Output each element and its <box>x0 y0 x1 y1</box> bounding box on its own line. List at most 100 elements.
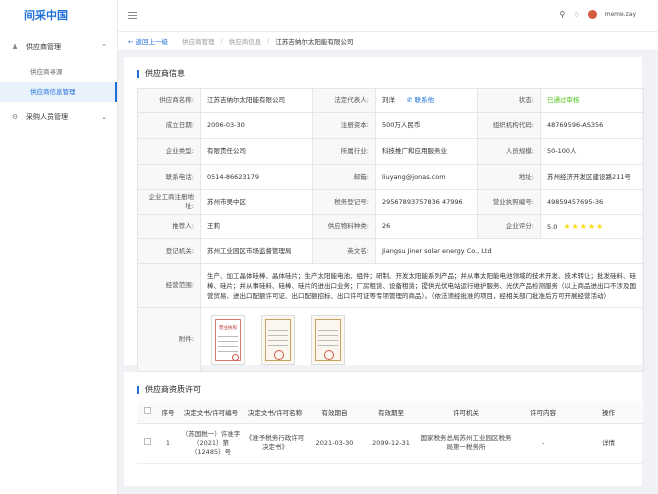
username[interactable]: meme.zay <box>605 11 636 18</box>
attachment-business-license[interactable]: 营业执照 <box>211 314 245 365</box>
chevron-down-icon: ⌄ <box>101 113 107 121</box>
user-icon: ♟ <box>11 43 19 51</box>
menu-group-label: 采购人员管理 <box>26 113 68 121</box>
supplier-info-card: 供应商信息 供应商名称: 江苏吉纳尔太阳能有限公司 法定代表人: 刘洋 ✆ 联系… <box>124 57 644 372</box>
label-name: 供应商名称: <box>137 88 201 113</box>
breadcrumb-item[interactable]: 供应商管理 <box>182 36 215 46</box>
menu-item-supplier-info[interactable]: 供应商信息管理 <box>0 82 117 102</box>
col-header: 决定文书/许可名称 <box>243 401 307 424</box>
cell-index: 1 <box>157 423 179 464</box>
value-tax-no: 29567893757836 47996 <box>375 189 478 215</box>
sidebar: 间采中国 ♟ 供应商管理 ⌃ 供应商寻源 供应商信息管理 ⚙ 采购人员管理 ⌄ <box>0 0 118 494</box>
label-recommender: 推荐人: <box>137 214 201 239</box>
breadcrumb-item[interactable]: 供应商信息 <box>229 36 262 46</box>
qualification-table: 序号 决定文书/许可编号 决定文书/许可名称 有效期自 有效期至 许可机关 许可… <box>137 401 643 464</box>
value-phone: 0514-86623179 <box>200 164 313 190</box>
settings-icon: ⚙ <box>11 113 19 121</box>
contact-label: 联系他 <box>414 96 435 104</box>
bell-icon[interactable]: ♢ <box>573 11 579 19</box>
menu-group-purchaser[interactable]: ⚙ 采购人员管理 ⌄ <box>0 102 117 132</box>
value-name: 江苏吉纳尔太阳能有限公司 <box>200 88 313 113</box>
value-legal-rep: 刘洋 <box>382 96 395 104</box>
label-email: 邮箱: <box>312 164 376 190</box>
breadcrumb-separator: / <box>267 37 270 45</box>
attachment-certificate[interactable] <box>261 314 296 365</box>
label-scope: 经营范围: <box>137 263 201 308</box>
topbar: ⚲ ♢ meme.zay <box>118 0 658 32</box>
status-badge: 已通过审核 <box>540 88 644 113</box>
col-header: 有效期至 <box>362 401 420 424</box>
star-icon: ★ <box>563 221 572 231</box>
row-checkbox[interactable] <box>137 423 157 464</box>
value-type: 有限责任公司 <box>200 138 313 165</box>
value-email: liuyang@jonas.com <box>375 164 478 190</box>
label-attachments: 附件: <box>137 307 201 372</box>
label-founded: 成立日期: <box>137 112 201 139</box>
app-logo[interactable]: 间采中国 <box>0 0 117 32</box>
star-icon: ★ <box>579 221 588 231</box>
avatar[interactable] <box>587 10 597 19</box>
cell-from: 2021-03-30 <box>307 423 362 464</box>
label-industry: 所属行业: <box>312 138 376 165</box>
cell-to: 2099-12-31 <box>362 423 420 464</box>
label-tax-no: 税务登记号: <box>312 189 376 215</box>
label-status: 状态: <box>477 88 541 113</box>
value-scope: 生产、加工晶体硅棒、晶体硅片；生产太阳能电池、组件；研制、开发太阳能系列产品；并… <box>200 263 644 308</box>
table-header-row: 序号 决定文书/许可编号 决定文书/许可名称 有效期自 有效期至 许可机关 许可… <box>137 401 643 424</box>
cell-content: - <box>512 423 574 464</box>
back-link[interactable]: ← 返回上一级 <box>128 36 168 46</box>
back-label: 返回上一级 <box>135 38 169 46</box>
label-capital: 注册资本: <box>312 112 376 139</box>
breadcrumb-separator: / <box>220 37 223 45</box>
col-header: 有效期自 <box>307 401 362 424</box>
col-header: 序号 <box>157 401 179 424</box>
attachment-caption: 营业执照 <box>219 325 237 331</box>
label-type: 企业类型: <box>137 138 201 165</box>
value-industry: 科技推广和应用服务业 <box>375 138 478 165</box>
topbar-actions: ⚲ ♢ meme.zay <box>560 10 636 19</box>
qualification-card: 供应商资质许可 序号 决定文书/许可编号 决定文书/许可名称 有效期自 有效期至… <box>124 372 643 486</box>
select-all-checkbox[interactable] <box>137 401 157 424</box>
phone-icon: ✆ <box>407 96 413 104</box>
value-english-name: Jiangsu Jiner solar energy Co., Ltd <box>375 238 644 264</box>
value-staff: 50-100人 <box>540 138 644 165</box>
label-authority: 登记机关: <box>137 238 201 264</box>
chevron-up-icon: ⌃ <box>101 43 107 51</box>
col-header: 操作 <box>574 401 643 424</box>
supplier-info-table: 供应商名称: 江苏吉纳尔太阳能有限公司 法定代表人: 刘洋 ✆ 联系他 状态: … <box>137 88 644 372</box>
label-legal-rep: 法定代表人: <box>312 88 376 113</box>
label-score: 企业评分: <box>477 214 541 239</box>
label-reg-address: 企业工商注册地址: <box>137 189 201 215</box>
value-reg-address: 苏州市吴中区 <box>200 189 313 215</box>
table-row: 1 （苏国税一）许准字（2021）第（12485）号 《准予税务行政许可决定书》… <box>137 423 643 464</box>
breadcrumb: ← 返回上一级 供应商管理 / 供应商信息 / 江苏吉纳尔太阳能有限公司 <box>118 32 658 51</box>
cell-doc-name: 《准予税务行政许可决定书》 <box>243 423 307 464</box>
menu-group-supplier[interactable]: ♟ 供应商管理 ⌃ <box>0 32 117 62</box>
label-phone: 联系电话: <box>137 164 201 190</box>
col-header: 决定文书/许可编号 <box>179 401 243 424</box>
cell-doc-no: （苏国税一）许准字（2021）第（12485）号 <box>179 423 243 464</box>
breadcrumb-current: 江苏吉纳尔太阳能有限公司 <box>275 38 354 46</box>
value-org-code: 48769596-AS356 <box>540 112 644 139</box>
label-license-no: 营业执照编号: <box>477 189 541 215</box>
value-legal-rep-cell: 刘洋 ✆ 联系他 <box>375 88 478 113</box>
detail-link[interactable]: 详情 <box>574 423 643 464</box>
cell-authority: 国家税务总局苏州工业园区税务局第一税务所 <box>420 423 512 464</box>
label-english-name: 英文名: <box>312 238 376 264</box>
menu-item-supplier-sourcing[interactable]: 供应商寻源 <box>0 62 117 82</box>
attachments: 营业执照 <box>200 307 644 372</box>
value-score-cell: 5.0 ★★★★★ <box>540 214 644 239</box>
label-org-code: 组织机构代码: <box>477 112 541 139</box>
search-icon[interactable]: ⚲ <box>560 10 566 19</box>
value-material-count: 26 <box>375 214 478 239</box>
col-header: 许可机关 <box>420 401 512 424</box>
section-title: 供应商信息 <box>137 70 185 78</box>
star-icon: ★ <box>571 221 580 231</box>
menu-toggle-icon[interactable] <box>128 12 137 19</box>
star-rating: ★★★★★ <box>563 222 604 231</box>
label-staff: 人员规模: <box>477 138 541 165</box>
attachment-certificate[interactable] <box>311 314 346 365</box>
contact-link[interactable]: ✆ 联系他 <box>407 96 434 104</box>
value-address: 苏州经济开发区建设路211号 <box>540 164 644 190</box>
value-score: 5.0 <box>547 222 558 231</box>
